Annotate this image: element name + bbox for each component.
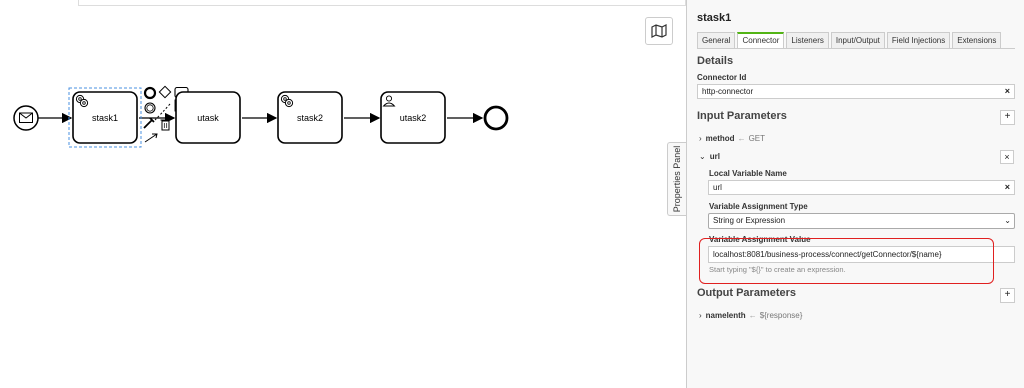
- wrench-icon[interactable]: [143, 117, 155, 129]
- minimap-toggle-button[interactable]: [645, 17, 673, 45]
- append-gateway-icon[interactable]: [158, 85, 172, 99]
- arrow-left-icon: ←: [748, 311, 757, 320]
- properties-panel-toggle[interactable]: Properties Panel: [667, 142, 686, 216]
- input-param-method[interactable]: › method ← GET: [699, 134, 765, 143]
- task-label: utask: [197, 113, 219, 123]
- properties-tabs: General Connector Listeners Input/Output…: [697, 32, 1002, 49]
- element-title: stask1: [697, 12, 732, 24]
- local-variable-name-input[interactable]: url ×: [708, 180, 1015, 195]
- tab-input-output[interactable]: Input/Output: [830, 32, 885, 49]
- local-variable-name-label: Local Variable Name: [709, 169, 787, 178]
- task-stask1[interactable]: stask1: [68, 87, 142, 148]
- task-stask2[interactable]: stask2: [277, 91, 343, 144]
- connector-id-value: http-connector: [702, 87, 754, 96]
- tab-general[interactable]: General: [697, 32, 736, 49]
- message-start-event[interactable]: [13, 105, 39, 131]
- append-end-event-icon[interactable]: [143, 86, 157, 100]
- assignment-type-select[interactable]: String or Expression ⌄: [708, 213, 1015, 229]
- input-param-url[interactable]: ⌄ url: [699, 152, 720, 161]
- add-output-parameter-button[interactable]: +: [1000, 288, 1015, 303]
- diagram-canvas[interactable]: stask1 utask stask2 utask2: [0, 0, 686, 388]
- chevron-down-icon: ⌄: [699, 152, 706, 161]
- connector-id-input[interactable]: http-connector ×: [697, 84, 1015, 99]
- properties-panel-label: Properties Panel: [672, 145, 682, 213]
- tab-field-injections[interactable]: Field Injections: [886, 32, 951, 49]
- clear-icon[interactable]: ×: [1005, 181, 1010, 194]
- highlight-annotation: [699, 238, 994, 284]
- remove-url-parameter-button[interactable]: ×: [1000, 150, 1014, 164]
- output-param-namelenth[interactable]: › namelenth ← ${response}: [699, 311, 802, 320]
- properties-panel: stask1 General Connector Listeners Input…: [686, 0, 1024, 388]
- chevron-right-icon: ›: [699, 311, 702, 320]
- bpmn-diagram: stask1 utask stask2 utask2: [13, 85, 509, 148]
- tab-listeners[interactable]: Listeners: [786, 32, 829, 49]
- trash-icon[interactable]: [160, 119, 171, 131]
- tabs-divider: [697, 48, 1015, 49]
- assignment-type-label: Variable Assignment Type: [709, 202, 808, 211]
- add-input-parameter-button[interactable]: +: [1000, 110, 1015, 125]
- chevron-down-icon: ⌄: [1004, 216, 1011, 225]
- details-group-title: Details: [697, 55, 734, 67]
- task-label: stask1: [92, 113, 118, 123]
- chevron-right-icon: ›: [699, 134, 702, 143]
- input-parameters-title: Input Parameters: [697, 110, 787, 122]
- arrow-left-icon: ←: [737, 134, 746, 143]
- task-utask2[interactable]: utask2: [380, 91, 446, 144]
- end-event[interactable]: [483, 105, 509, 131]
- tab-extensions[interactable]: Extensions: [952, 32, 1002, 49]
- tab-connector[interactable]: Connector: [737, 32, 785, 49]
- map-icon: [651, 24, 667, 38]
- task-label: stask2: [297, 113, 323, 123]
- connection-arrow-icon[interactable]: [144, 133, 158, 143]
- task-utask[interactable]: utask: [175, 91, 241, 144]
- connector-id-label: Connector Id: [697, 73, 747, 82]
- task-label: utask2: [400, 113, 427, 123]
- clear-icon[interactable]: ×: [1005, 85, 1010, 98]
- output-parameters-title: Output Parameters: [697, 287, 797, 299]
